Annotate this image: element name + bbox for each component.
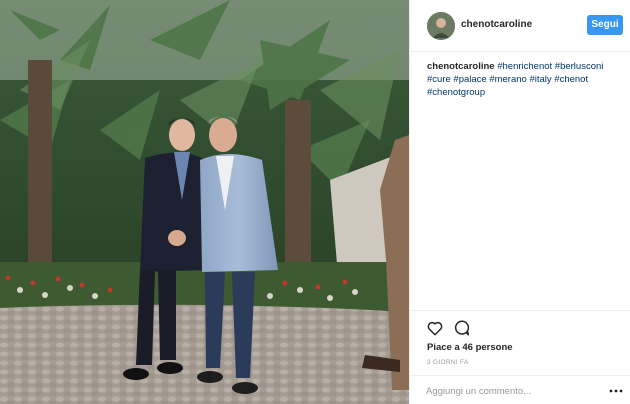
post-header: chenotcaroline Segui (410, 0, 630, 52)
post-photo[interactable] (0, 0, 409, 404)
comment-icon[interactable] (453, 319, 471, 337)
hashtag-link[interactable]: #chenotgroup (427, 87, 485, 98)
hashtag-link[interactable]: #henrichenot (497, 61, 552, 72)
more-options-icon[interactable] (608, 384, 624, 398)
hashtag-link[interactable]: #cure (427, 74, 451, 85)
username-link[interactable]: chenotcaroline (461, 19, 532, 30)
photo-illustration (0, 0, 409, 404)
post-side-panel: chenotcaroline Segui chenotcaroline #hen… (409, 0, 630, 404)
follow-button[interactable]: Segui (587, 15, 623, 35)
comment-bar (410, 375, 630, 404)
post-timestamp: 3 GIORNI FA (427, 359, 469, 366)
caption-author-link[interactable]: chenotcaroline (427, 61, 495, 72)
avatar[interactable] (427, 12, 455, 40)
likes-count[interactable]: Piace a 46 persone (427, 342, 513, 353)
hashtag-link[interactable]: #berlusconi (555, 61, 604, 72)
hashtag-link[interactable]: #italy (529, 74, 551, 85)
hashtag-link[interactable]: #chenot (554, 74, 588, 85)
post-caption: chenotcaroline #henrichenot #berlusconi … (427, 60, 625, 99)
heart-icon[interactable] (426, 319, 444, 337)
comment-input[interactable] (426, 383, 596, 399)
post-actions: Piace a 46 persone 3 GIORNI FA (410, 310, 630, 404)
hashtag-link[interactable]: #palace (453, 74, 486, 85)
hashtag-link[interactable]: #merano (489, 74, 527, 85)
